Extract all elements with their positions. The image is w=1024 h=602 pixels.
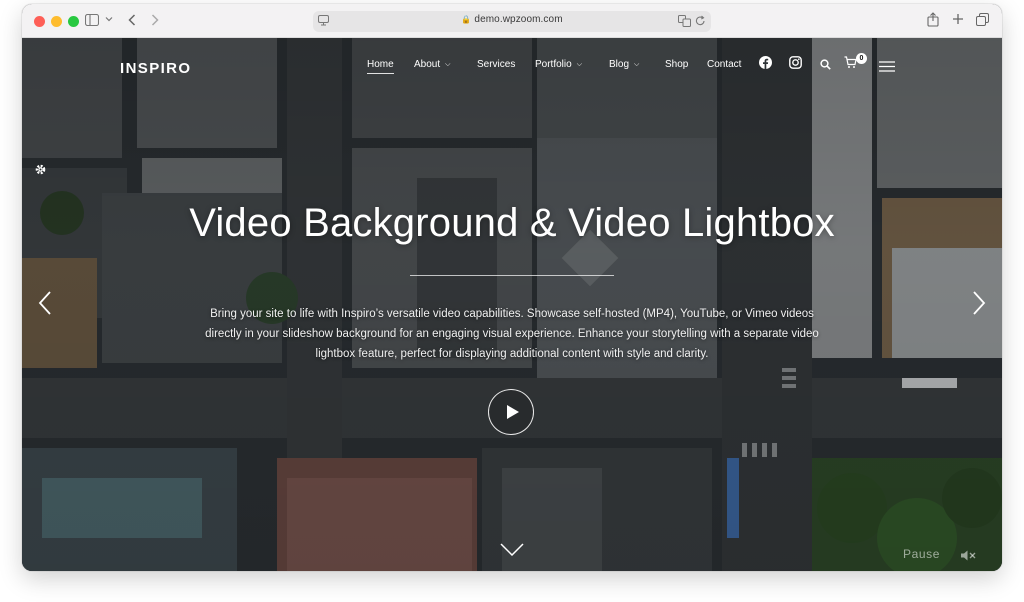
forward-icon[interactable]	[151, 14, 159, 26]
scroll-down-icon[interactable]	[500, 543, 524, 561]
nav-item-portfolio[interactable]: Portfolio ⌵	[535, 58, 582, 73]
nav-label: About	[414, 59, 441, 70]
headline-divider	[410, 275, 614, 276]
nav-label: Home	[367, 59, 394, 70]
video-play-button[interactable]	[488, 389, 534, 435]
search-icon[interactable]	[820, 57, 831, 75]
chevron-down-icon: ⌵	[634, 61, 640, 68]
sidebar-toggle-icon[interactable]	[85, 14, 99, 26]
url-label: demo.wpzoom.com	[474, 14, 563, 25]
lock-icon: 🔒	[461, 15, 472, 24]
facebook-icon[interactable]	[759, 56, 772, 74]
nav-item-shop[interactable]: Shop	[665, 58, 688, 72]
nav-item-services[interactable]: Services	[477, 58, 515, 72]
pause-video-button[interactable]: Pause	[903, 547, 940, 561]
nav-label: Contact	[707, 59, 742, 70]
nav-label: Services	[477, 59, 516, 70]
nav-label: Portfolio	[535, 59, 572, 70]
nav-label: Blog	[609, 59, 630, 70]
nav-item-blog[interactable]: Blog ⌵	[609, 58, 639, 73]
nav-item-home[interactable]: Home	[367, 58, 394, 74]
hamburger-menu-icon[interactable]	[879, 59, 895, 77]
zoom-window-button[interactable]	[68, 16, 79, 27]
hero-headline: Video Background & Video Lightbox	[189, 201, 835, 245]
chevron-down-icon: ⌵	[445, 61, 451, 68]
next-slide-icon[interactable]	[972, 290, 986, 321]
chevron-down-icon[interactable]	[105, 15, 113, 23]
chevron-down-icon: ⌵	[576, 61, 582, 68]
url-text: 🔒 demo.wpzoom.com	[313, 14, 711, 25]
instagram-icon[interactable]	[789, 56, 802, 74]
address-bar[interactable]: 🔒 demo.wpzoom.com	[313, 11, 711, 32]
new-tab-icon[interactable]	[952, 13, 964, 25]
tab-overview-icon[interactable]	[976, 13, 989, 26]
hero-section: INSPIRO Home About ⌵ Services Portfolio ⌵ …	[22, 38, 1002, 571]
previous-slide-icon[interactable]	[38, 290, 52, 321]
nav-item-about[interactable]: About ⌵	[414, 58, 450, 73]
nav-item-contact[interactable]: Contact	[707, 58, 741, 72]
browser-window: 🔒 demo.wpzoom.com INSPIRO Home About ⌵ S…	[22, 4, 1002, 571]
close-window-button[interactable]	[34, 16, 45, 27]
share-icon[interactable]	[927, 12, 939, 27]
gear-icon[interactable]	[34, 163, 47, 181]
nav-label: Shop	[665, 59, 689, 70]
back-icon[interactable]	[128, 14, 136, 26]
mute-icon[interactable]	[960, 548, 976, 566]
hero-subtitle: Bring your site to life with Inspiro’s v…	[205, 308, 819, 360]
cart-count-badge: 0	[856, 53, 867, 64]
translate-icon[interactable]	[678, 15, 691, 27]
reload-icon[interactable]	[695, 15, 706, 27]
browser-toolbar: 🔒 demo.wpzoom.com	[22, 4, 1002, 38]
minimize-window-button[interactable]	[51, 16, 62, 27]
site-logo[interactable]: INSPIRO	[120, 60, 191, 77]
